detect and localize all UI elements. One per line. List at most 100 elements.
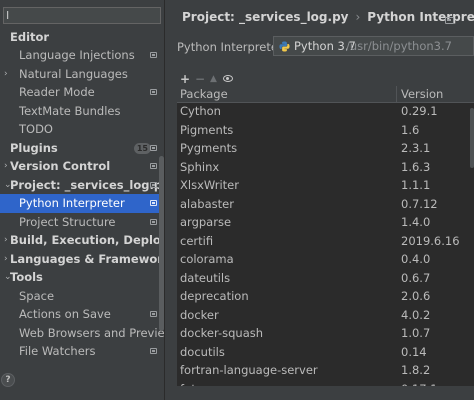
package-name: Pigments bbox=[180, 122, 234, 137]
table-row[interactable]: Sphinx 1.6.3 bbox=[177, 158, 474, 177]
sidebar-item-label: File Watchers bbox=[19, 344, 96, 358]
eye-icon[interactable] bbox=[223, 75, 233, 82]
table-row[interactable]: alabaster 0.7.12 bbox=[177, 195, 474, 214]
sidebar-item-editor[interactable]: Editor bbox=[0, 28, 164, 47]
sidebar-item-label: Project Structure bbox=[19, 214, 116, 229]
package-name: argparse bbox=[180, 215, 232, 229]
sidebar-item-space[interactable]: Space bbox=[0, 287, 164, 306]
package-version: 4.0.2 bbox=[401, 307, 431, 322]
sidebar-item-label: Python Interpreter bbox=[19, 196, 125, 210]
interpreter-path: /usr/bin/python3.7 bbox=[346, 39, 452, 53]
sidebar-item-todo[interactable]: TODO bbox=[0, 120, 164, 139]
settings-search-input[interactable]: I bbox=[3, 7, 161, 24]
table-scrollbar[interactable] bbox=[470, 108, 474, 168]
remove-package-button[interactable]: − bbox=[195, 72, 205, 86]
table-row[interactable]: Cython 0.29.1 bbox=[177, 102, 474, 121]
sidebar-item-label: Version Control bbox=[10, 159, 111, 173]
interpreter-select[interactable]: Python 3.7 /usr/bin/python3.7 bbox=[273, 36, 474, 56]
sidebar-item-label: TODO bbox=[19, 122, 53, 136]
package-version: 0.29.1 bbox=[401, 104, 438, 118]
package-name: alabaster bbox=[180, 196, 234, 211]
sidebar-item-languages-frameworks[interactable]: › Languages & Frameworks bbox=[0, 250, 165, 269]
table-row[interactable]: Pygments 2.3.1 bbox=[177, 139, 474, 158]
table-row[interactable]: docutils 0.14 bbox=[177, 343, 474, 362]
sidebar-item-label: Build, Execution, Deploymen bbox=[10, 233, 164, 247]
table-row[interactable]: docker-squash 1.0.7 bbox=[177, 324, 474, 343]
add-package-button[interactable]: + bbox=[180, 72, 190, 86]
sidebar-item-natural-languages[interactable]: › Natural Languages bbox=[0, 65, 164, 84]
sidebar-item-label: Web Browsers and Preview bbox=[19, 325, 165, 340]
package-name: future bbox=[180, 380, 215, 387]
project-level-icon bbox=[150, 311, 157, 317]
package-version: 1.8.2 bbox=[401, 363, 431, 377]
table-row[interactable]: future 0.17.1 bbox=[177, 380, 474, 387]
table-row[interactable]: deprecation 2.0.6 bbox=[177, 287, 474, 306]
chevron-right-icon[interactable]: › bbox=[4, 65, 12, 84]
package-name: dateutils bbox=[180, 270, 231, 285]
packages-table: Package Version Cython 0.29.1 Pigments 1.6 P… bbox=[177, 86, 474, 386]
package-version: 0.7.12 bbox=[401, 196, 438, 211]
sidebar-item-version-control[interactable]: › Version Control bbox=[0, 157, 164, 176]
table-row[interactable]: dateutils 0.6.7 bbox=[177, 269, 474, 288]
package-name: certifi bbox=[180, 233, 214, 248]
table-header: Package Version bbox=[177, 86, 474, 103]
sidebar-item-language-injections[interactable]: Language Injections bbox=[0, 46, 164, 65]
text-cursor-icon: I bbox=[6, 9, 10, 22]
package-version: 1.0.7 bbox=[401, 326, 431, 340]
table-row[interactable]: docker 4.0.2 bbox=[177, 306, 474, 325]
table-row[interactable]: XlsxWriter 1.1.1 bbox=[177, 176, 474, 195]
updates-count-badge: 15 bbox=[133, 142, 151, 154]
package-name: Pygments bbox=[180, 141, 238, 155]
sidebar-item-textmate-bundles[interactable]: TextMate Bundles bbox=[0, 102, 164, 121]
sidebar-item-plugins[interactable]: Plugins 15 bbox=[0, 139, 164, 158]
sidebar-item-reader-mode[interactable]: Reader Mode bbox=[0, 83, 164, 102]
package-version: 0.6.7 bbox=[401, 270, 431, 285]
project-level-icon bbox=[445, 17, 454, 24]
table-row[interactable]: fortran-language-server 1.8.2 bbox=[177, 361, 474, 380]
sidebar-item-label: Actions on Save bbox=[19, 307, 111, 321]
column-header-version[interactable]: Version bbox=[401, 87, 443, 102]
upgrade-package-button[interactable]: ▲ bbox=[210, 72, 217, 86]
sidebar-item-file-watchers[interactable]: File Watchers bbox=[0, 342, 164, 361]
sidebar-item-label: Reader Mode bbox=[19, 85, 95, 99]
sidebar-item-label: Language Injections bbox=[19, 48, 135, 62]
sidebar-item-build-execution-deploymen[interactable]: ›Build, Execution, Deploymen bbox=[0, 231, 164, 250]
package-version: 0.14 bbox=[401, 344, 427, 359]
table-row[interactable]: colorama 0.4.0 bbox=[177, 250, 474, 269]
package-version: 0.4.0 bbox=[401, 252, 431, 266]
project-level-icon bbox=[150, 144, 157, 151]
sidebar-item-actions-on-save[interactable]: Actions on Save bbox=[0, 305, 164, 324]
settings-sidebar: I Editor Language Injections › Natural Lang… bbox=[0, 0, 165, 400]
breadcrumb-current: Python Interpreter bbox=[367, 10, 474, 24]
sidebar-item-project-services-log-py[interactable]: ⌄ Project: _services_log.py bbox=[0, 176, 164, 195]
column-divider[interactable] bbox=[396, 86, 397, 103]
package-name: deprecation bbox=[180, 289, 249, 303]
package-version: 1.1.1 bbox=[401, 178, 431, 192]
python-icon bbox=[279, 41, 290, 52]
breadcrumb-parent[interactable]: Project: _services_log.py bbox=[182, 10, 348, 24]
help-button[interactable]: ? bbox=[1, 373, 15, 387]
settings-content: Project: _services_log.py › Python Interpr… bbox=[166, 0, 474, 400]
package-name: docutils bbox=[180, 344, 225, 359]
interpreter-label: Python Interpreter: bbox=[177, 40, 287, 54]
sidebar-item-label: TextMate Bundles bbox=[19, 103, 121, 118]
package-version: 1.6.3 bbox=[401, 159, 431, 174]
sidebar-item-tools[interactable]: ⌄ Tools bbox=[0, 268, 164, 287]
package-version: 1.4.0 bbox=[401, 215, 431, 229]
table-row[interactable]: Pigments 1.6 bbox=[177, 121, 474, 140]
column-header-package[interactable]: Package bbox=[180, 87, 228, 102]
table-row[interactable]: certifi 2019.6.16 bbox=[177, 232, 474, 251]
sidebar-item-label: Editor bbox=[10, 29, 50, 44]
package-name: fortran-language-server bbox=[180, 363, 318, 377]
sidebar-item-label: Space bbox=[19, 288, 55, 303]
sidebar-item-label: Languages & Frameworks bbox=[10, 251, 165, 266]
sidebar-item-web-browsers-and-preview[interactable]: Web Browsers and Preview bbox=[0, 324, 165, 343]
table-row[interactable]: argparse 1.4.0 bbox=[177, 213, 474, 232]
breadcrumb-separator: › bbox=[355, 10, 361, 24]
sidebar-item-project-structure[interactable]: Project Structure bbox=[0, 213, 164, 232]
sidebar-item-python-interpreter[interactable]: Python Interpreter bbox=[0, 194, 164, 213]
sidebar-scrollbar[interactable] bbox=[159, 156, 164, 331]
package-name: docker bbox=[180, 307, 219, 322]
project-level-icon bbox=[150, 52, 157, 58]
package-name: docker-squash bbox=[180, 326, 264, 340]
